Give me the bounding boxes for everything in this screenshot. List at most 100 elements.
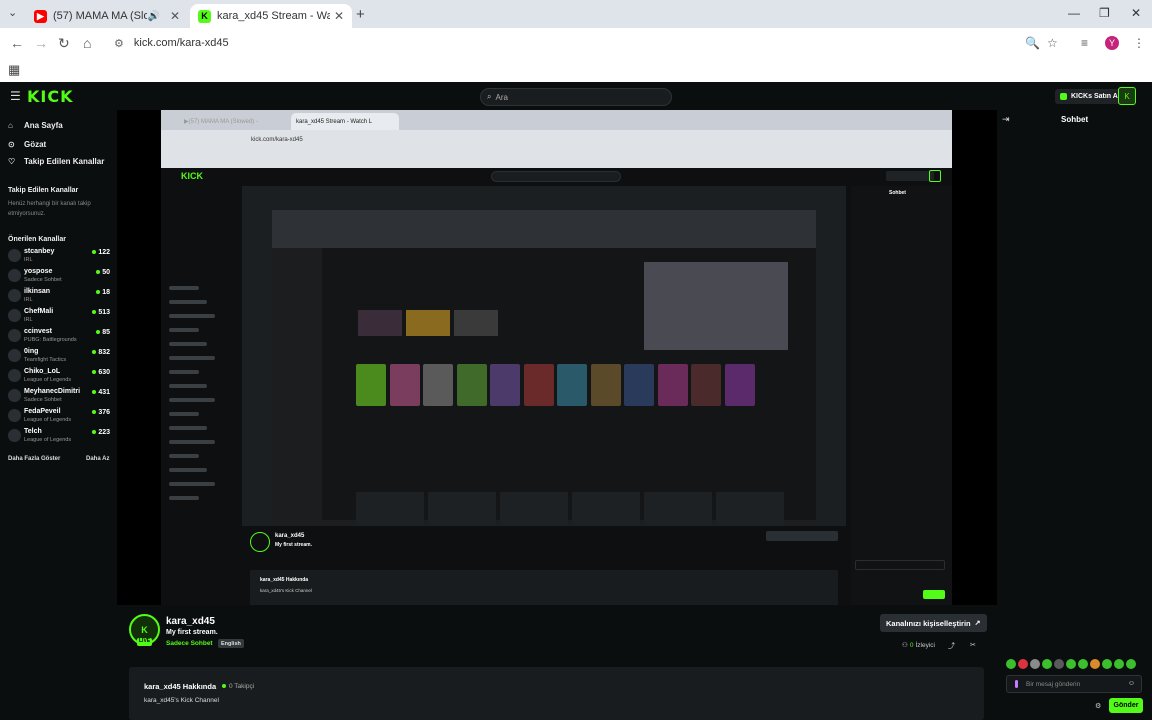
chat-message-input[interactable]: Bir mesaj gönderin ☺ (1006, 675, 1142, 693)
minimize-icon[interactable]: — (1068, 6, 1080, 20)
channel-avatar (8, 249, 21, 262)
forward-icon[interactable]: → (34, 35, 48, 51)
chat-title: Sohbet (1061, 115, 1089, 124)
recommended-channel[interactable]: Chiko_LoL League of Legends 630 (8, 366, 110, 386)
hamburger-menu-icon[interactable]: ☰ (10, 89, 21, 103)
channel-avatar (8, 309, 21, 322)
captured-tab-title: (57) MAMA MA (Slowed) - (188, 118, 258, 125)
nested-featured-stream (644, 262, 788, 350)
nav-home[interactable]: ⌂ Ana Sayfa (8, 118, 63, 132)
emote-icon[interactable] (1018, 659, 1028, 669)
nav-label: Takip Edilen Kanallar (24, 156, 105, 166)
language-tag[interactable]: English (218, 639, 244, 648)
chat-settings-icon[interactable]: ⚙ (1095, 702, 1101, 710)
emote-icon[interactable] (1090, 659, 1100, 669)
channel-name: MeyhanecDimitri (24, 388, 81, 395)
bookmarks-bar: ▦ (0, 58, 1152, 82)
channel-avatar (8, 289, 21, 302)
browser-tab-kick[interactable]: K kara_xd45 Stream - Watch L ✕ (190, 4, 352, 28)
users-icon: ⚇ (902, 642, 908, 649)
show-more-link[interactable]: Daha Fazla Göster (8, 456, 60, 462)
emote-icon[interactable] (1078, 659, 1088, 669)
tab-search-chevron-icon[interactable]: ⌄ (8, 6, 17, 19)
customize-channel-button[interactable]: Kanalınızı kişiselleştirin ↗ (880, 614, 987, 632)
apps-grid-icon[interactable]: ▦ (8, 62, 20, 78)
window-close-icon[interactable]: ✕ (1131, 6, 1141, 20)
restore-icon[interactable]: ❐ (1099, 6, 1110, 20)
captured-sidebar-line (169, 496, 199, 500)
channel-category: IRL (24, 297, 33, 303)
bookmark-star-icon[interactable]: ☆ (1047, 36, 1058, 50)
channel-category: Sadece Sohbet (24, 277, 62, 283)
site-info-icon[interactable]: ⚙ (114, 37, 124, 50)
home-icon[interactable]: ⌂ (83, 35, 91, 51)
menu-dots-icon[interactable]: ⋮ (1133, 36, 1145, 50)
recommended-channel[interactable]: 0ing Teamfight Tactics 832 (8, 346, 110, 366)
emote-icon[interactable] (1066, 659, 1076, 669)
speaker-icon[interactable]: 🔊 (147, 11, 159, 22)
emote-icon[interactable] (1030, 659, 1040, 669)
send-button[interactable]: Gönder (1109, 698, 1143, 713)
clip-icon[interactable]: ✂ (970, 641, 976, 649)
close-tab-icon[interactable]: ✕ (334, 9, 344, 23)
user-avatar[interactable]: K (1118, 87, 1136, 105)
recommended-channel[interactable]: Telch League of Legends 223 (8, 426, 110, 446)
close-tab-icon[interactable]: ✕ (170, 9, 180, 23)
reload-icon[interactable]: ↻ (58, 35, 70, 52)
captured-sidebar-line (169, 440, 215, 444)
channel-category: PUBG: Battlegrounds (24, 337, 77, 343)
collapse-chat-icon[interactable]: ⇥ (1002, 114, 1010, 125)
nav-following[interactable]: ♡ Takip Edilen Kanallar (8, 154, 104, 168)
channel-avatar (8, 349, 21, 362)
back-icon[interactable]: ← (10, 35, 24, 51)
channel-category: IRL (24, 317, 33, 323)
emote-icon[interactable] (1054, 659, 1064, 669)
captured-kicks-button (886, 171, 934, 181)
search-input[interactable]: ⌕ Ara (480, 88, 672, 106)
emote-icon[interactable] (1042, 659, 1052, 669)
captured-avatar (929, 170, 941, 182)
zoom-icon[interactable]: 🔍 (1025, 36, 1040, 50)
nested-stream-tile (500, 492, 568, 530)
emote-icon[interactable] (1006, 659, 1016, 669)
reading-list-icon[interactable]: ≡ (1081, 36, 1088, 50)
kick-logo[interactable]: KICK (27, 87, 74, 106)
channel-name: yospose (24, 268, 53, 275)
recommended-channel[interactable]: MeyhanecDimitri Sadece Sohbet 431 (8, 386, 110, 406)
stream-video-content: ▶ (57) MAMA MA (Slowed) - kara_xd45 Stre… (161, 110, 952, 605)
recommended-channel[interactable]: ccinvest PUBG: Battlegrounds 85 (8, 326, 110, 346)
nav-browse[interactable]: ⊙ Gözat (8, 137, 46, 151)
browser-toolbar: ← → ↻ ⌂ ⚙ kick.com/kara-xd45 🔍 ☆ ≡ ⋮ (0, 28, 1152, 58)
browser-tab-youtube[interactable]: ▶ (57) MAMA MA (Slowed) - 🔊 ✕ (26, 4, 188, 28)
recommended-channel[interactable]: yospose Sadece Sohbet 50 (8, 266, 110, 286)
stream-category[interactable]: Sadece Sohbet (166, 640, 213, 647)
emoji-icon[interactable]: ☺ (1128, 680, 1135, 687)
chat-panel (997, 110, 1152, 720)
nested-category-card (456, 364, 487, 406)
recommended-channel[interactable]: ChefMali IRL 513 (8, 306, 110, 326)
emote-icon[interactable] (1102, 659, 1112, 669)
channel-name: ilkinsan (24, 288, 51, 295)
profile-avatar[interactable]: Y (1105, 36, 1119, 50)
captured-about-title: kara_xd45 Hakkında (260, 577, 309, 583)
captured-sidebar-line (169, 468, 207, 472)
address-bar[interactable]: ⚙ kick.com/kara-xd45 (104, 32, 1044, 54)
recommended-channel[interactable]: stcanbey IRL 122 (8, 246, 110, 266)
channel-viewers: 223 (92, 429, 110, 436)
captured-sidebar-line (169, 384, 207, 388)
captured-sidebar-line (169, 342, 207, 346)
recommended-channel[interactable]: ilkinsan IRL 18 (8, 286, 110, 306)
emote-icon[interactable] (1126, 659, 1136, 669)
nested-category-card (657, 364, 688, 406)
new-tab-icon[interactable]: + (356, 6, 365, 23)
captured-search (491, 171, 621, 182)
channel-viewers: 376 (92, 409, 110, 416)
streamer-name[interactable]: kara_xd45 (166, 616, 215, 627)
share-icon[interactable]: ⤴ (948, 641, 955, 651)
channel-category: Teamfight Tactics (24, 357, 67, 363)
show-less-link[interactable]: Daha Az (86, 456, 109, 462)
emote-icon[interactable] (1114, 659, 1124, 669)
buy-kicks-button[interactable]: KICKs Satın Al (1055, 89, 1125, 104)
heart-icon: ♡ (8, 156, 16, 166)
recommended-channel[interactable]: FedaPeveil League of Legends 376 (8, 406, 110, 426)
